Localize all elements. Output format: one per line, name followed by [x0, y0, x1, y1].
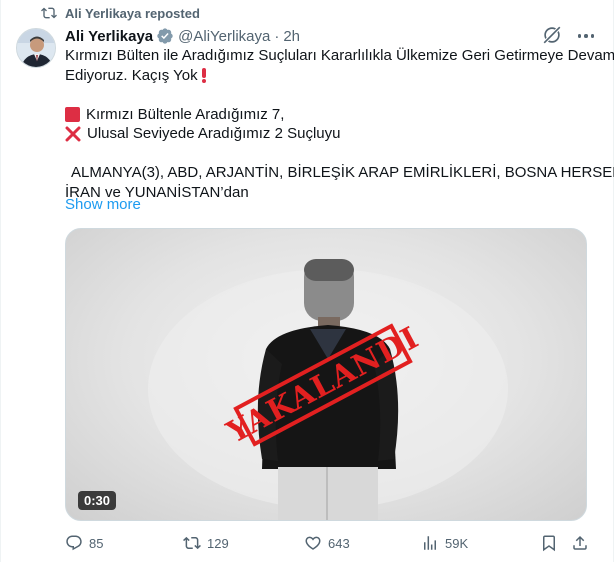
views-button[interactable]: 59K	[421, 532, 468, 554]
share-icon	[573, 535, 587, 550]
avatar-image	[17, 29, 55, 67]
repost-count: 129	[207, 535, 229, 551]
bookmark-icon	[543, 535, 555, 552]
repost-indicator[interactable]: Ali Yerlikaya reposted	[41, 4, 200, 22]
like-button[interactable]: 643	[304, 532, 350, 554]
like-count: 643	[328, 535, 350, 551]
post-text-line: ALMANYA(3), ABD, ARJANTİN, BİRLEŞİK ARAP…	[65, 163, 614, 183]
more-dot-icon	[577, 34, 582, 38]
reply-icon	[66, 535, 82, 551]
show-more-link[interactable]: Show more	[65, 196, 141, 213]
reply-button[interactable]: 85	[65, 532, 103, 554]
post-text-line: Kırmızı Bültenle Aradığımız 7,	[65, 105, 601, 125]
post-text-line: Kırmızı Bülten ile Aradığımız Suçluları …	[65, 46, 614, 66]
post-header: Ali Yerlikaya @AliYerlikaya · 2h	[65, 26, 300, 46]
verified-badge-icon[interactable]	[156, 27, 174, 45]
post-time[interactable]: 2h	[283, 28, 300, 45]
avatar[interactable]	[16, 28, 56, 68]
reply-count: 85	[89, 535, 104, 551]
post-text-line-5: ALMANYA(3), ABD, ARJANTİN, BİRLEŞİK ARAP…	[71, 164, 614, 181]
repost-icon	[41, 7, 57, 19]
post-text-line-1: Kırmızı Bülten ile Aradığımız Suçluları …	[65, 47, 614, 64]
heart-icon	[305, 536, 321, 550]
more-options-button[interactable]	[575, 28, 597, 44]
more-dot-icon	[584, 34, 588, 38]
bookmark-button[interactable]	[540, 532, 558, 554]
post-text-line-3: Kırmızı Bültenle Aradığımız 7,	[86, 105, 285, 123]
action-bar: 85 129 643 59K	[65, 532, 595, 554]
share-button[interactable]	[571, 532, 589, 554]
repost-button[interactable]: 129	[183, 532, 229, 554]
post-text-line: Ediyoruz. Kaçış Yok	[65, 66, 601, 86]
video-duration: 0:30	[78, 491, 117, 510]
author-name[interactable]: Ali Yerlikaya	[65, 28, 153, 45]
cross-mark-emoji-icon	[65, 126, 81, 142]
post-text-line-2: Ediyoruz. Kaçış Yok	[65, 66, 198, 84]
exclamation-emoji-icon	[201, 67, 207, 84]
separator-dot: ·	[274, 27, 280, 45]
grok-button[interactable]	[541, 24, 563, 46]
post-text: Kırmızı Bülten ile Aradığımız Suçluları …	[65, 46, 614, 203]
post-text-line: Ulusal Seviyede Aradığımız 2 Suçluyu	[65, 124, 601, 144]
repost-label: Ali Yerlikaya reposted	[65, 5, 200, 21]
post-text-line-4: Ulusal Seviyede Aradığımız 2 Suçluyu	[87, 125, 341, 142]
more-dot-icon	[590, 34, 595, 38]
repost-icon	[183, 536, 201, 550]
views-count: 59K	[445, 535, 469, 551]
author-handle[interactable]: @AliYerlikaya	[178, 28, 270, 45]
red-square-emoji-icon	[65, 106, 80, 122]
views-chart-icon	[424, 536, 436, 550]
tweet-card[interactable]: Ali Yerlikaya reposted Ali Yerlikaya @Al…	[0, 0, 614, 562]
grok-icon	[543, 26, 561, 44]
post-text-line: İRAN ve YUNANİSTAN’dan	[65, 183, 601, 203]
